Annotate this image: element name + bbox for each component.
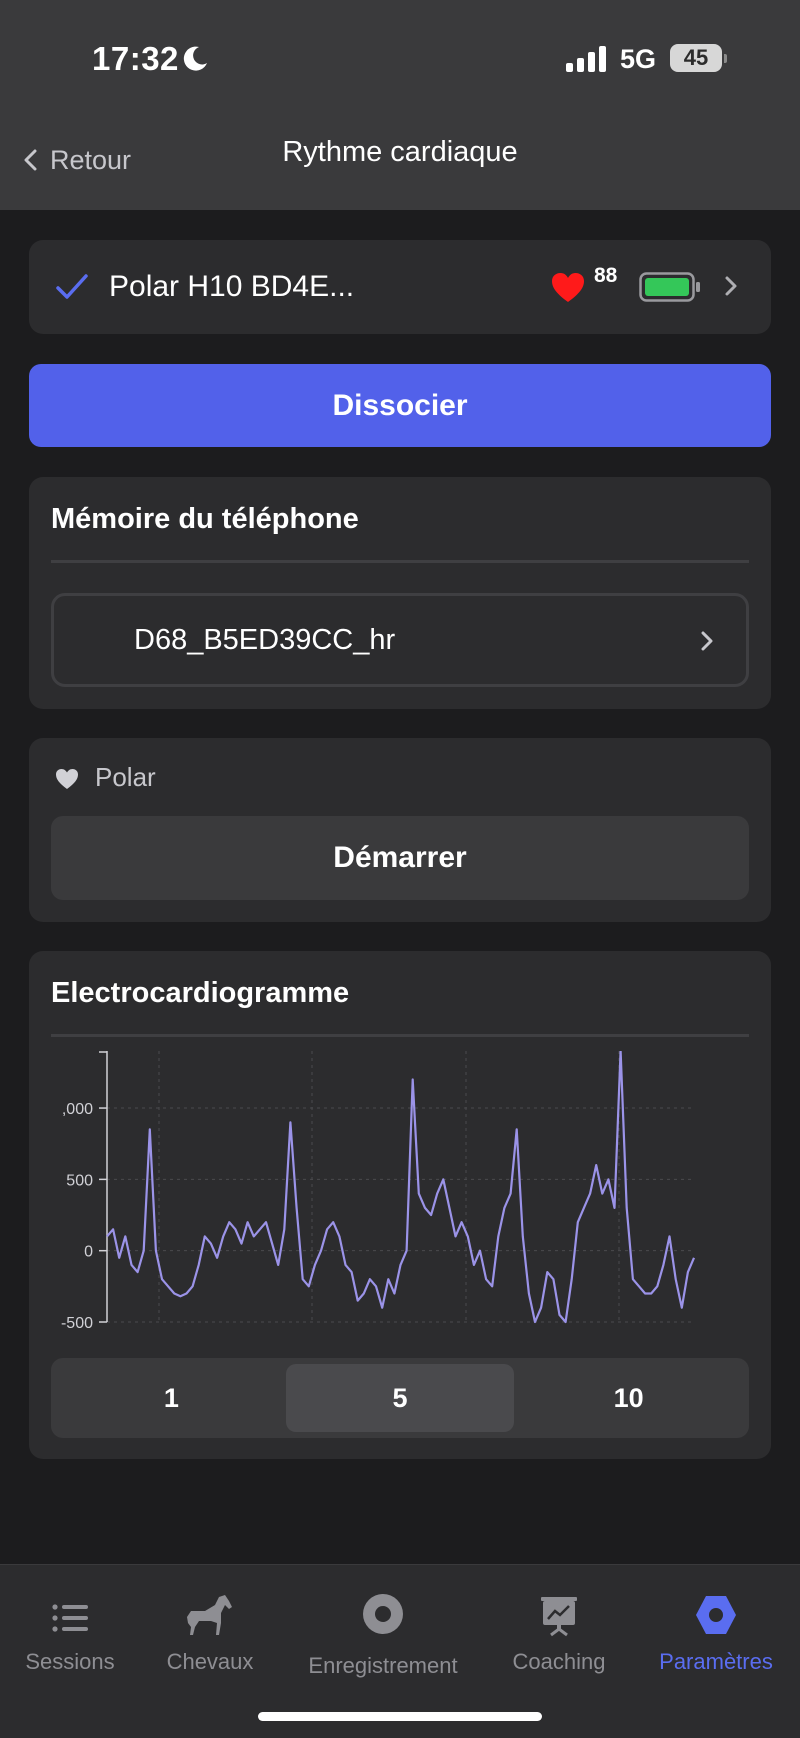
- segment-10[interactable]: 10: [514, 1364, 743, 1432]
- chevron-right-icon: [725, 276, 737, 296]
- home-indicator: [258, 1712, 542, 1721]
- status-time: 17:32: [92, 40, 179, 77]
- segment-5[interactable]: 5: [285, 1364, 515, 1432]
- signal-icon: [566, 46, 606, 72]
- tab-enregistrement[interactable]: Enregistrement: [308, 1565, 458, 1695]
- heart-rate-value: 88: [594, 264, 618, 287]
- tab-coaching[interactable]: Coaching: [484, 1565, 634, 1695]
- tab-paramètres[interactable]: Paramètres: [641, 1565, 791, 1695]
- dissociate-button[interactable]: Dissocier: [29, 364, 771, 447]
- tab-label: Paramètres: [659, 1649, 773, 1674]
- y-tick-label-3: -500: [61, 1315, 93, 1332]
- moon-icon: [183, 46, 207, 71]
- range-segmented-control: 1 5 10: [51, 1358, 749, 1438]
- tab-label: Chevaux: [166, 1649, 254, 1674]
- horse-icon: [187, 1595, 232, 1635]
- record-icon: [363, 1594, 403, 1634]
- presentation-icon: [541, 1597, 577, 1637]
- ecg-line: [106, 1051, 696, 1324]
- settings-icon: [696, 1596, 736, 1634]
- heart-icon: [56, 769, 78, 789]
- tab-chevaux[interactable]: Chevaux: [135, 1565, 285, 1695]
- device-name: Polar H10 BD4E...: [109, 270, 355, 303]
- tab-label: Enregistrement: [308, 1653, 458, 1678]
- y-tick-label-2: 0: [84, 1244, 93, 1261]
- divider: [51, 1034, 749, 1037]
- heart-icon: [552, 273, 584, 302]
- file-row[interactable]: D68_B5ED39CC_hr: [51, 593, 749, 687]
- battery-icon: [639, 272, 700, 302]
- nav-bar: Retour Rythme cardiaque: [0, 110, 800, 210]
- start-button[interactable]: Démarrer: [51, 816, 749, 900]
- memory-title: Mémoire du téléphone: [51, 503, 359, 535]
- polar-card: Polar Démarrer: [29, 738, 771, 922]
- memory-card: Mémoire du téléphone D68_B5ED39CC_hr: [29, 477, 771, 709]
- divider: [51, 560, 749, 563]
- segment-1[interactable]: 1: [57, 1364, 286, 1432]
- network-label: 5G: [620, 44, 657, 74]
- tab-sessions[interactable]: Sessions: [0, 1565, 145, 1695]
- ecg-title: Electrocardiogramme: [51, 977, 350, 1009]
- y-tick-label-1: 500: [66, 1172, 93, 1189]
- top-area: 17:32 5G 45 Retour Rythme cardiaque: [0, 0, 800, 210]
- chevron-right-icon: [701, 631, 713, 651]
- ecg-card: Electrocardiogramme ,000 500 0 -500 1 5 10: [29, 951, 771, 1459]
- list-icon: [52, 1604, 88, 1632]
- page-title: Rythme cardiaque: [282, 136, 518, 168]
- file-name: D68_B5ED39CC_hr: [134, 624, 396, 656]
- check-icon: [56, 274, 88, 299]
- battery-status: 45: [670, 44, 727, 72]
- device-row[interactable]: Polar H10 BD4E... 88: [29, 240, 771, 334]
- status-bar: 17:32 5G 45: [0, 0, 800, 110]
- y-tick-label-0: ,000: [62, 1101, 93, 1118]
- ecg-chart: ,000 500 0 -500: [61, 1051, 696, 1332]
- polar-label: Polar: [95, 762, 156, 792]
